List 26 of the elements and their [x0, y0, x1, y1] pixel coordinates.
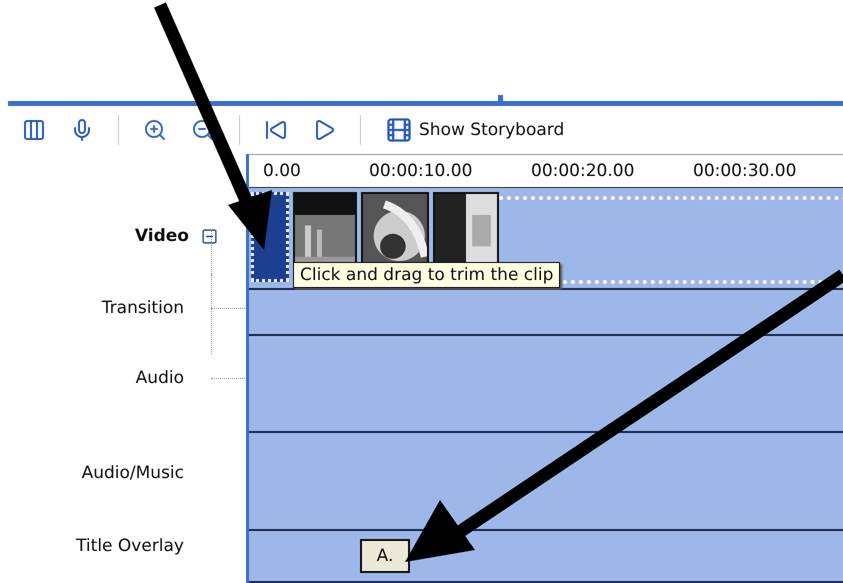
track-label: Audio	[136, 368, 184, 388]
tooltip: Click and drag to trim the clip	[293, 262, 560, 288]
timeline-track[interactable]: Click and drag to trim the clip	[249, 188, 843, 290]
title-clip[interactable]: A.	[360, 539, 410, 573]
zoom-out-icon	[191, 118, 215, 142]
timeline-track[interactable]	[249, 433, 843, 531]
timeline-icon	[22, 118, 46, 142]
track-label: Transition	[102, 298, 184, 318]
timeline-track[interactable]	[249, 290, 843, 336]
time-label: 00:00:10.00	[369, 161, 474, 181]
zoom-in-icon	[143, 118, 167, 142]
timeline-track[interactable]	[249, 336, 843, 433]
time-label: 0.00	[262, 161, 302, 181]
time-label: 00:00:20.00	[531, 161, 636, 181]
track-label: Video	[134, 226, 189, 246]
collapse-icon[interactable]	[201, 228, 218, 244]
timeline-track[interactable]: A.	[249, 531, 843, 583]
zoom-out-button[interactable]	[191, 118, 215, 142]
show-storyboard-button[interactable]: Show Storyboard	[385, 116, 564, 144]
time-label: 00:00:30.00	[693, 161, 798, 181]
zoom-in-button[interactable]	[143, 118, 167, 142]
time-ruler[interactable]: 0.00 00:00:10.00 00:00:20.00 00:00:30.00	[249, 154, 843, 188]
track-label: Title Overlay	[76, 536, 184, 556]
track-label: Audio/Music	[82, 463, 184, 483]
film-icon	[385, 116, 413, 144]
timeline-button[interactable]	[22, 118, 46, 142]
